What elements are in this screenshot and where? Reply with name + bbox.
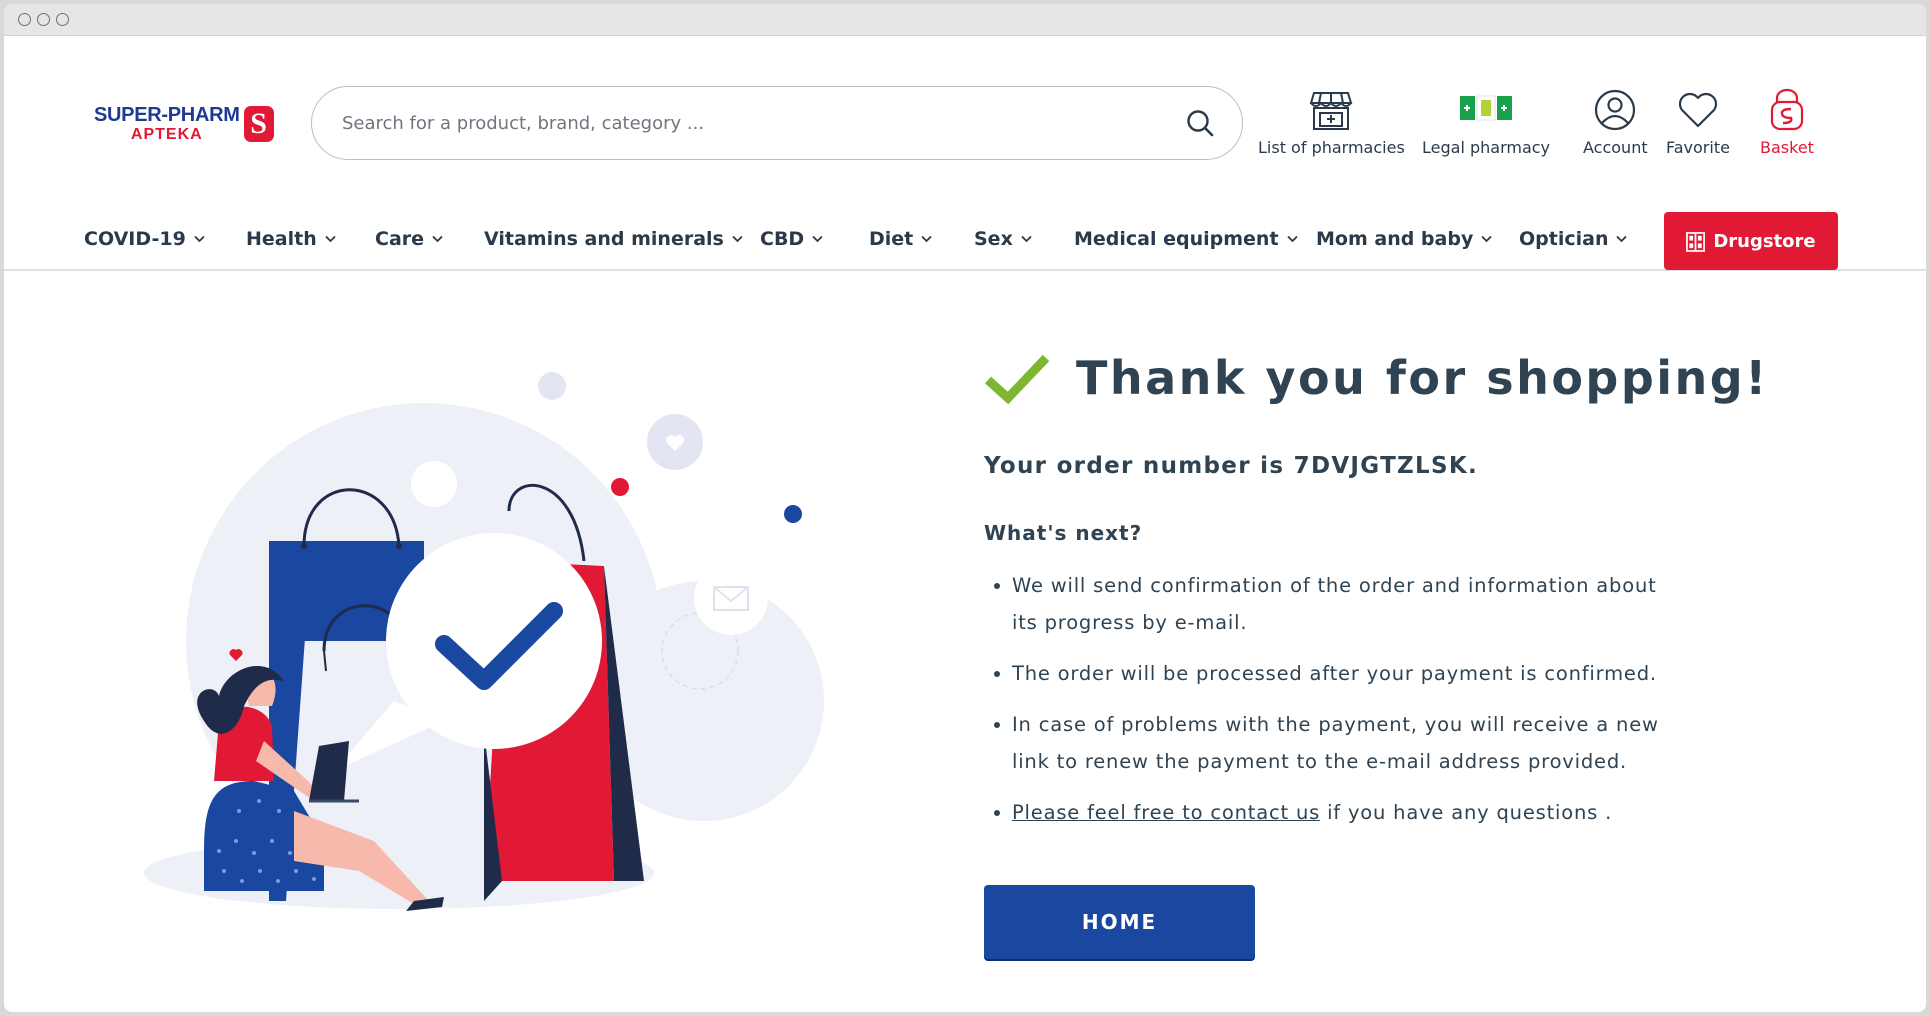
browser-window: SUPER-PHARM APTEKA S Search for a produc…: [4, 4, 1926, 1012]
nav-item-diet[interactable]: Diet: [869, 228, 932, 250]
nav-item-sex[interactable]: Sex: [974, 228, 1032, 250]
order-number: 7DVJGTZLSK: [1293, 453, 1468, 479]
legal-pharmacy-flag-icon: [1460, 95, 1513, 121]
favorite-link[interactable]: Favorite: [1666, 88, 1730, 157]
nav-item-label: Optician: [1519, 228, 1609, 250]
logo-text: SUPER-PHARM APTEKA: [94, 105, 240, 143]
nav-item-vitamins-and-minerals[interactable]: Vitamins and minerals: [484, 228, 743, 250]
nav-item-label: Diet: [869, 228, 914, 250]
nav-item-label: Medical equipment: [1074, 228, 1279, 250]
favorite-label: Favorite: [1666, 138, 1730, 157]
drugstore-label: Drugstore: [1713, 230, 1816, 252]
chevron-down-icon: [194, 235, 205, 243]
checkmark-icon: [984, 354, 1050, 404]
thank-you-heading-row: Thank you for shopping!: [984, 351, 1784, 405]
chevron-down-icon: [432, 235, 443, 243]
pharmacy-store-icon: [1310, 92, 1353, 130]
thank-you-title: Thank you for shopping!: [1076, 351, 1769, 405]
account-link[interactable]: Account: [1583, 88, 1648, 157]
drugstore-icon: [1686, 231, 1706, 252]
order-number-prefix: Your order number is: [984, 453, 1294, 479]
chevron-down-icon: [1286, 235, 1298, 243]
search-bar: [311, 86, 1243, 160]
window-titlebar: [4, 4, 1926, 36]
legal-pharmacy-link[interactable]: Legal pharmacy: [1422, 88, 1550, 157]
logo-name-bottom: APTEKA: [130, 126, 203, 143]
list-of-pharmacies-link[interactable]: List of pharmacies: [1258, 88, 1405, 157]
legal-pharmacy-label: Legal pharmacy: [1422, 138, 1551, 157]
nav-item-health[interactable]: Health: [246, 228, 336, 250]
main-nav: COVID-19 Health Care Vitamins and minera…: [4, 212, 1926, 272]
nav-item-care[interactable]: Care: [375, 228, 443, 250]
window-maximize-dot[interactable]: [56, 13, 69, 26]
search-input[interactable]: [342, 112, 1184, 134]
chevron-down-icon: [1481, 235, 1492, 243]
nav-item-covid-19[interactable]: COVID-19: [84, 228, 205, 250]
basket-icon: [1770, 88, 1804, 131]
basket-link[interactable]: Basket: [1760, 88, 1814, 157]
chevron-down-icon: [812, 235, 823, 243]
logo-name-top: SUPER-PHARM: [94, 104, 240, 126]
nav-item-label: Health: [246, 228, 317, 250]
nav-item-cbd[interactable]: CBD: [760, 228, 823, 250]
window-close-dot[interactable]: [18, 13, 31, 26]
chevron-down-icon: [732, 235, 743, 243]
nav-item-label: Care: [375, 228, 425, 250]
list-item: We will send confirmation of the order a…: [994, 567, 1674, 641]
nav-item-label: Vitamins and minerals: [484, 228, 724, 250]
super-pharm-logo[interactable]: SUPER-PHARM APTEKA S: [94, 102, 289, 146]
chevron-down-icon: [921, 235, 932, 243]
chevron-down-icon: [325, 235, 336, 243]
nav-item-label: COVID-19: [84, 228, 186, 250]
window-minimize-dot[interactable]: [37, 13, 50, 26]
contact-us-link[interactable]: Please feel free to contact us: [1012, 801, 1320, 824]
user-icon: [1595, 89, 1636, 131]
order-number-suffix: .: [1467, 453, 1479, 479]
shopping-success-illustration: [144, 372, 824, 911]
whats-next-heading: What's next?: [984, 521, 1143, 545]
account-label: Account: [1583, 138, 1648, 157]
nav-item-label: Mom and baby: [1316, 228, 1474, 250]
drugstore-button[interactable]: Drugstore: [1664, 212, 1838, 270]
nav-item-mom-and-baby[interactable]: Mom and baby: [1316, 228, 1492, 250]
search-icon[interactable]: [1184, 107, 1216, 139]
basket-label: Basket: [1760, 138, 1814, 157]
chevron-down-icon: [1021, 235, 1032, 243]
list-item: Please feel free to contact us if you ha…: [994, 794, 1674, 831]
list-of-pharmacies-label: List of pharmacies: [1258, 138, 1405, 157]
order-number-line: Your order number is 7DVJGTZLSK.: [984, 453, 1784, 479]
nav-item-label: Sex: [974, 228, 1013, 250]
contact-suffix: if you have any questions .: [1320, 801, 1613, 824]
logo-mark-icon: S: [243, 106, 274, 142]
chevron-down-icon: [1616, 235, 1628, 243]
thank-you-section: Thank you for shopping! Your order numbe…: [984, 351, 1784, 959]
nav-item-medical-equipment[interactable]: Medical equipment: [1074, 228, 1298, 250]
heart-icon: [1678, 92, 1717, 128]
home-button[interactable]: HOME: [984, 885, 1255, 959]
nav-item-label: CBD: [760, 228, 805, 250]
site-header: SUPER-PHARM APTEKA S Search for a produc…: [4, 36, 1926, 271]
list-item: In case of problems with the payment, yo…: [994, 706, 1674, 780]
list-item: The order will be processed after your p…: [994, 655, 1674, 692]
header-actions: List of pharmacies Legal pharmacy Accoun…: [1244, 88, 1844, 168]
order-confirmation-main: Thank you for shopping! Your order numbe…: [4, 271, 1926, 1011]
nav-item-optician[interactable]: Optician: [1519, 228, 1628, 250]
whats-next-list: We will send confirmation of the order a…: [984, 567, 1674, 831]
